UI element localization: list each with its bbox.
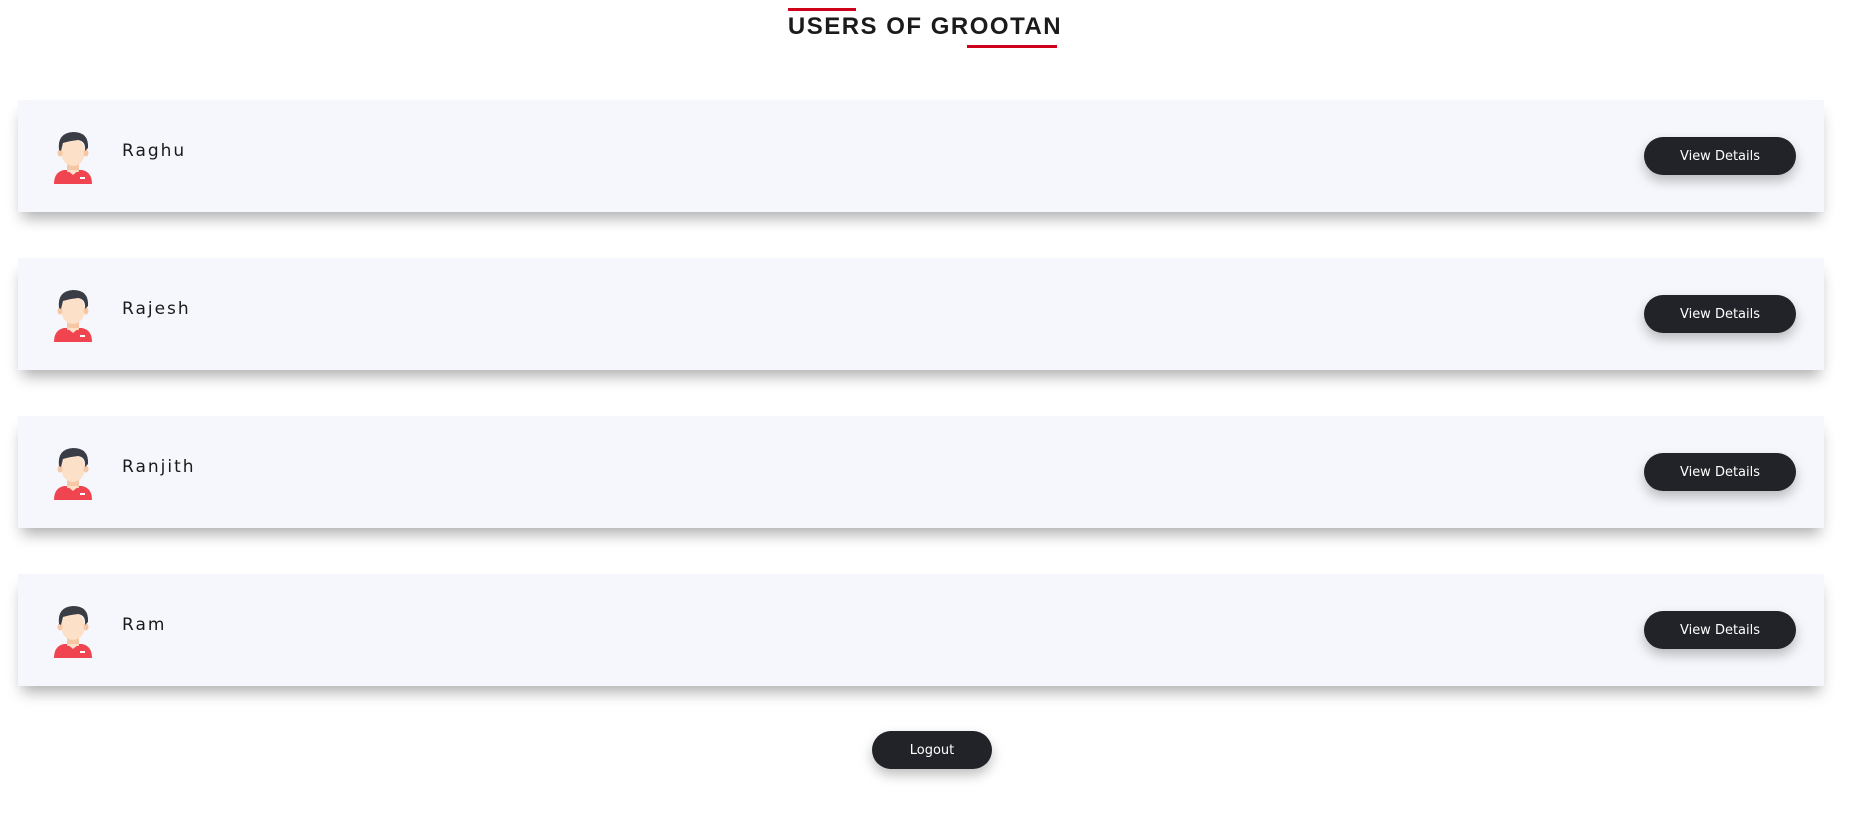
page-title: USERS OF GROOTAN [787, 8, 1062, 48]
user-list: Raghu View Details Rajesh View Details R… [18, 100, 1824, 732]
user-avatar-icon [54, 290, 92, 342]
view-details-button[interactable]: View Details [1644, 453, 1796, 491]
user-name: Rajesh [122, 299, 191, 319]
logout-button[interactable]: Logout [872, 731, 992, 769]
user-avatar-icon [54, 132, 92, 184]
view-details-button[interactable]: View Details [1644, 611, 1796, 649]
user-card: Rajesh View Details [18, 258, 1824, 370]
view-details-button[interactable]: View Details [1644, 295, 1796, 333]
user-avatar-icon [54, 606, 92, 658]
user-card: Ranjith View Details [18, 416, 1824, 528]
view-details-button[interactable]: View Details [1644, 137, 1796, 175]
user-card: Raghu View Details [18, 100, 1824, 212]
user-name: Ram [122, 615, 167, 635]
footer: Logout [0, 731, 1850, 769]
user-card: Ram View Details [18, 574, 1824, 686]
user-name: Raghu [122, 141, 187, 161]
user-name: Ranjith [122, 457, 196, 477]
user-avatar-icon [54, 448, 92, 500]
header: USERS OF GROOTAN [0, 0, 1850, 48]
